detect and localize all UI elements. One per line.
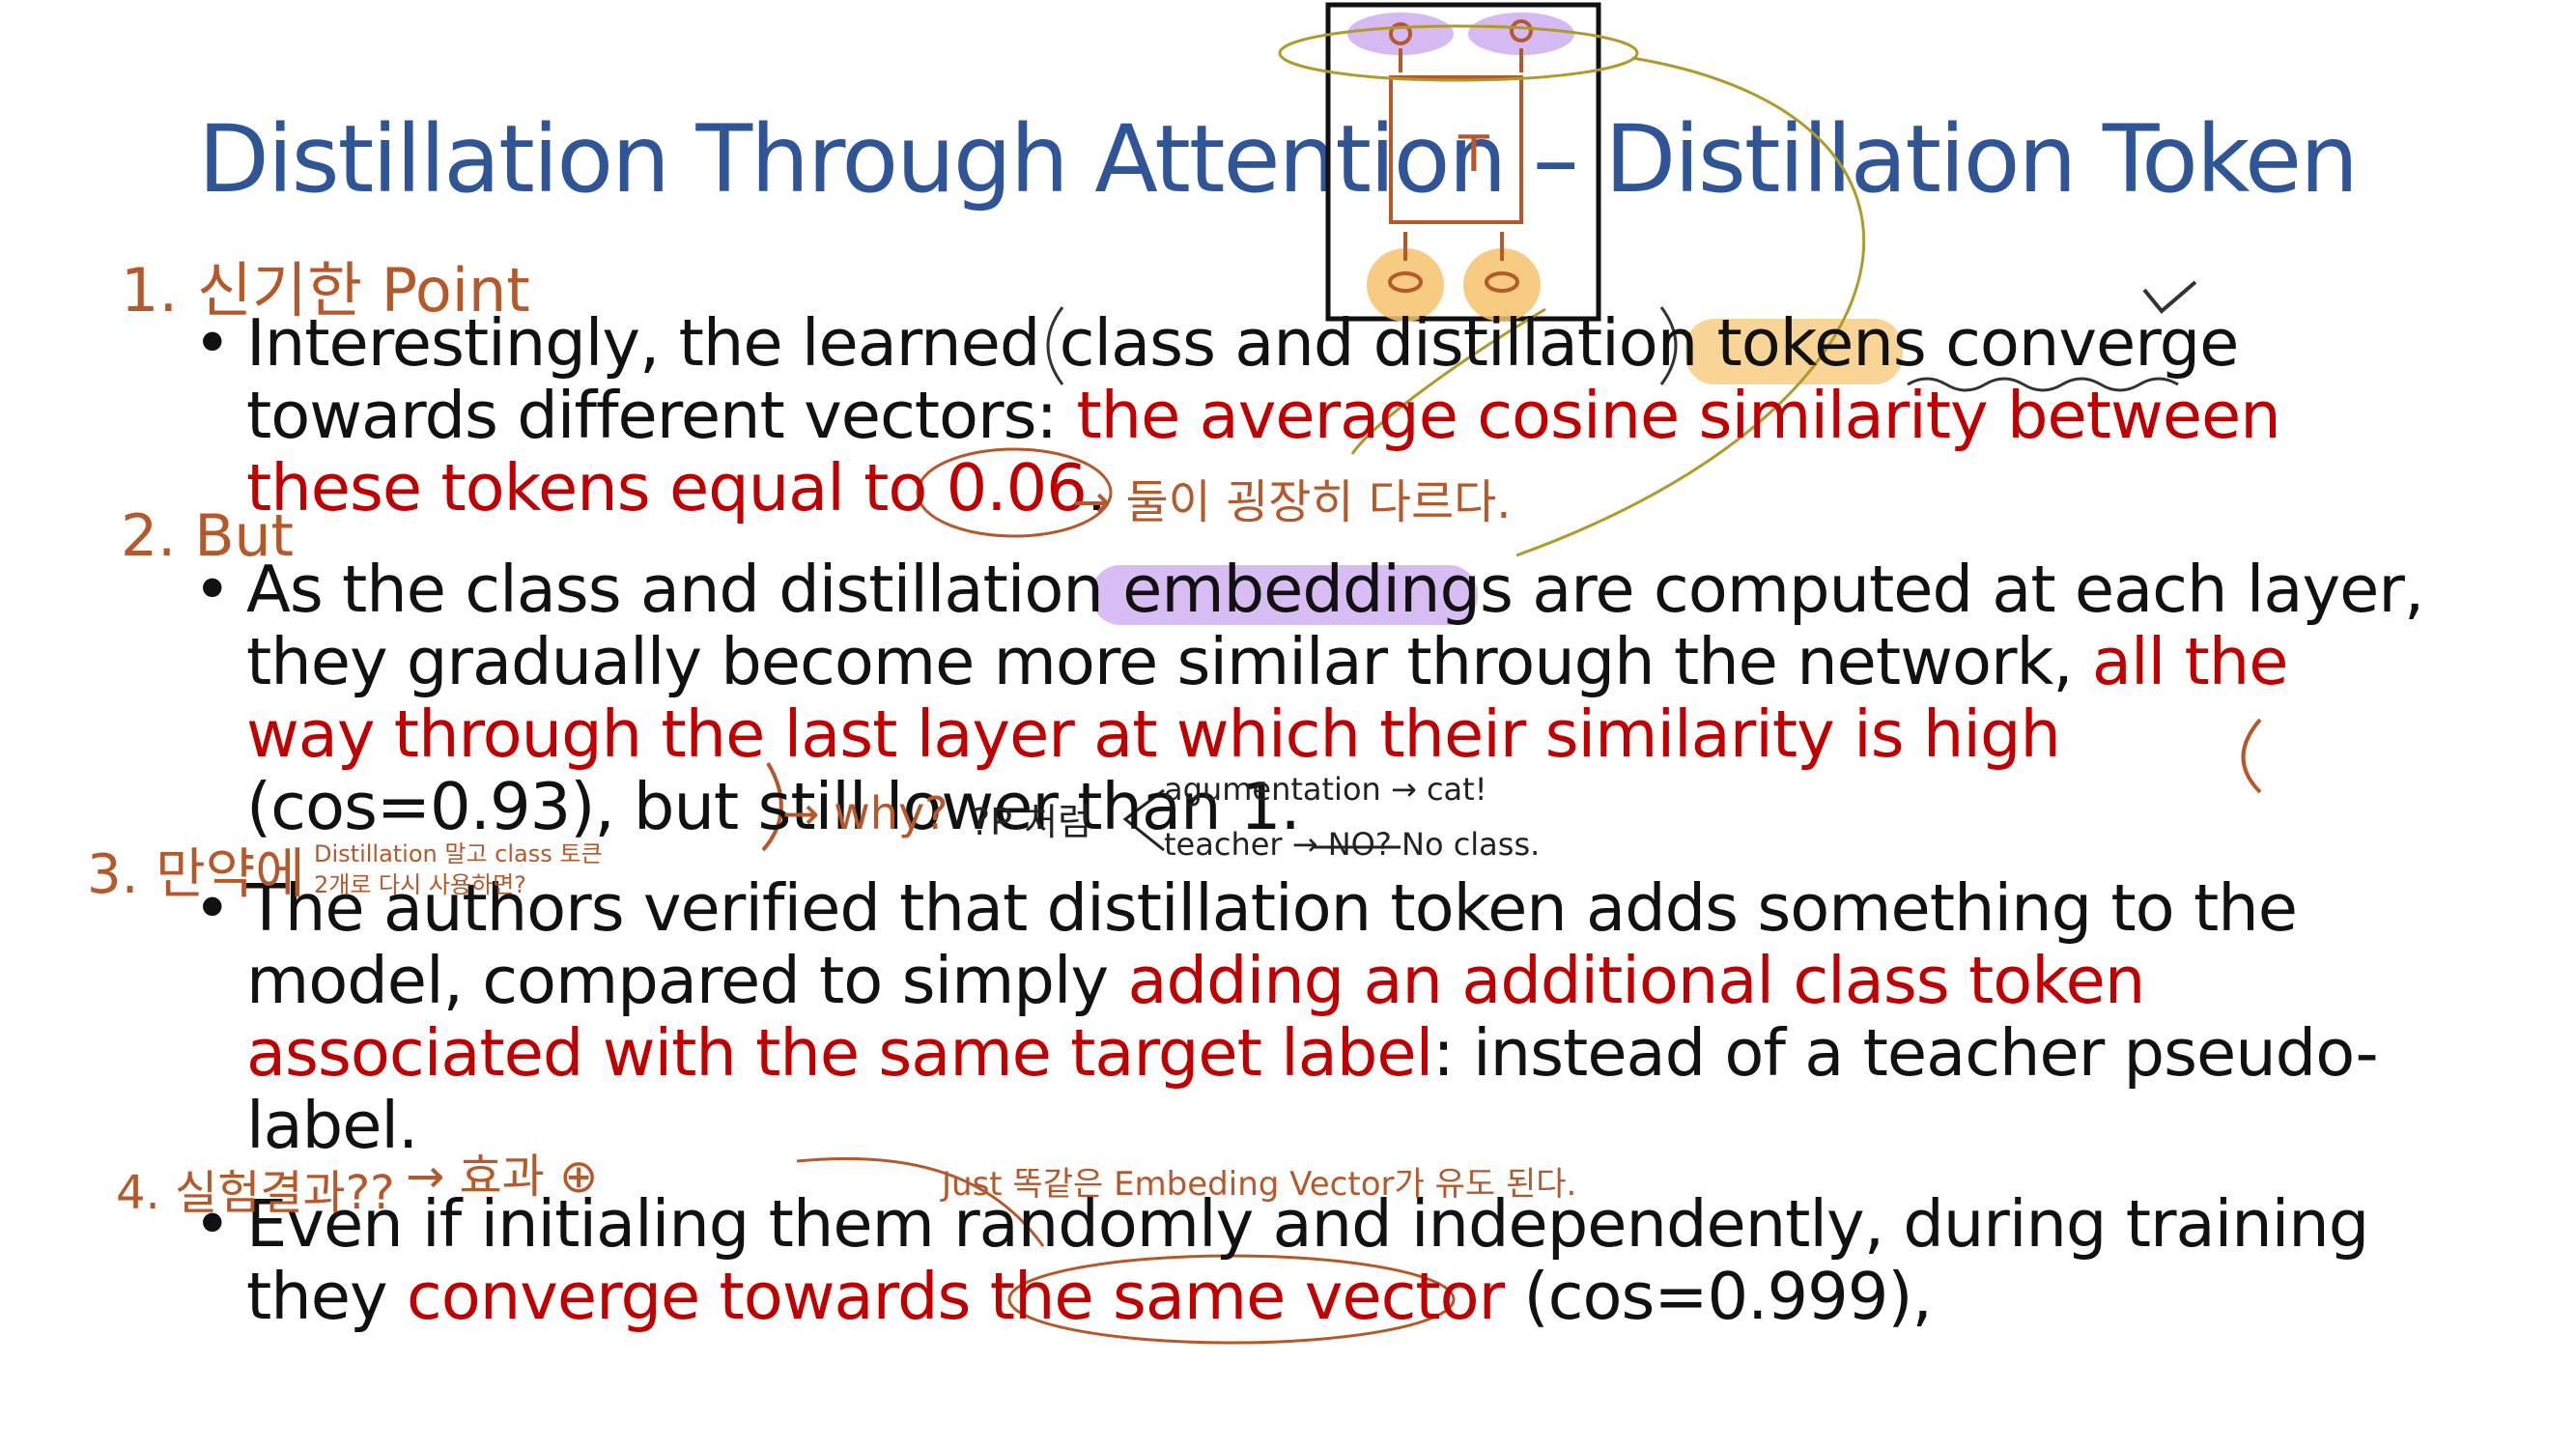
annotation-note-3: 3. 만약에: [87, 843, 305, 906]
annotation-note-2: 2. But: [121, 502, 295, 570]
diagram-olive-loop: [1278, 24, 1639, 82]
bullet-4: • Even if initialing them randomly and i…: [193, 1188, 2434, 1333]
bullet-4-text: Even if initialing them randomly and ind…: [246, 1186, 2369, 1334]
bullet-4-segment-end: (cos=0.999),: [1504, 1259, 1933, 1334]
annotation-gap-like: ?P 처럼: [971, 801, 1092, 843]
annotation-teacher: teacher → NO? No class.: [1164, 826, 1541, 863]
diagram-label: T: [1458, 126, 1489, 184]
diagram-inner-box: [1389, 75, 1523, 224]
annotation-why: → why?: [782, 787, 948, 839]
annotation-different: → 둘이 굉장히 다르다.: [1072, 475, 1512, 529]
annotation-note-4-result: → 효과 ⊕: [406, 1150, 599, 1204]
annotation-note-1: 1. 신기한 Point: [121, 255, 530, 326]
annotation-note-3-detail: Distillation 말고 class 토큰 2개로 다시 사용하면?: [314, 840, 603, 898]
bullet-2-segment-end: (cos=0.93), but still lower than 1.: [246, 769, 1301, 844]
bullet-3: • The authors verified that distillation…: [193, 872, 2434, 1162]
annotation-same-vector: Just 똑같은 Embeding Vector가 유도 된다.: [942, 1165, 1577, 1204]
slide: Distillation Through Attention – Distill…: [0, 0, 2576, 1449]
bullet-3-text: The authors verified that distillation t…: [246, 870, 2379, 1163]
annotation-note-4: 4. 실험결과??: [116, 1166, 395, 1220]
bullet-4-segment-emphasis: converge towards the same vector: [406, 1259, 1505, 1334]
annotation-augmentation: agumentation → cat!: [1164, 771, 1487, 808]
